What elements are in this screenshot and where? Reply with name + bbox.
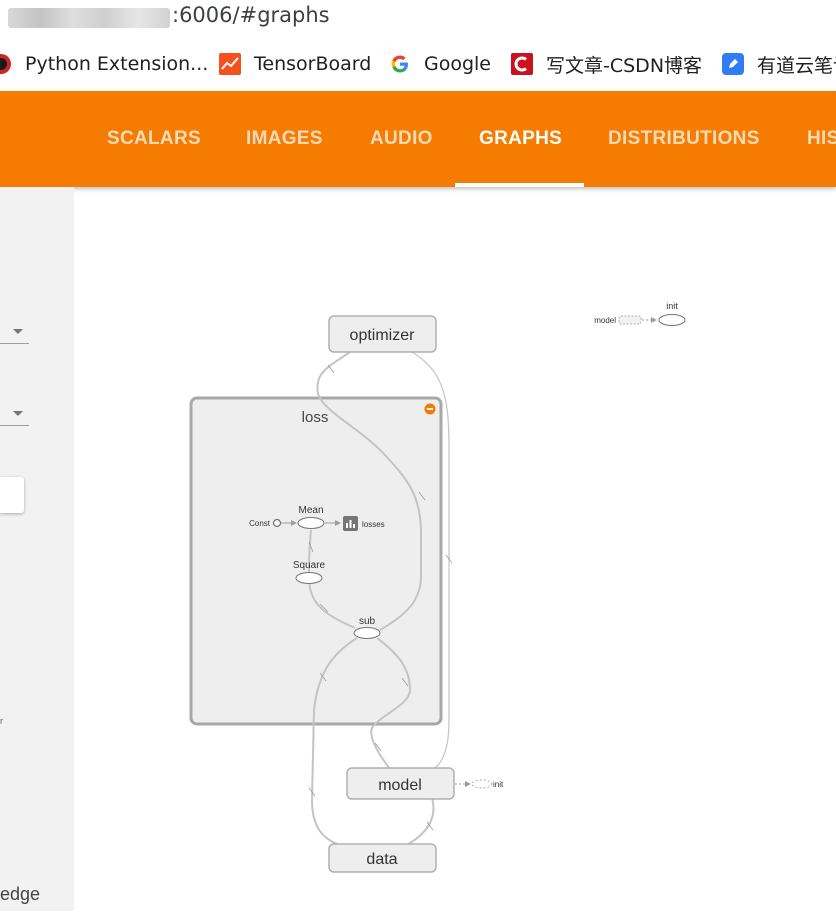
tensorboard-icon <box>219 53 241 75</box>
loss-group-label: loss <box>302 409 329 426</box>
summary-icon <box>346 523 348 528</box>
sidebar-legend-edge: edge <box>0 884 41 904</box>
bookmark-label: 有道云笔记 <box>757 54 836 77</box>
csdn-icon <box>511 53 533 75</box>
sidebar <box>0 187 74 911</box>
optimizer-node-label: optimizer <box>350 327 416 344</box>
bookmark-label: 写文章-CSDN博客 <box>546 54 703 77</box>
tab-images[interactable]: IMAGES <box>246 91 323 187</box>
address-bar[interactable]: :6006/#graphs <box>0 0 836 35</box>
const-node[interactable]: Const <box>249 518 282 528</box>
sub-node-label: sub <box>359 616 376 627</box>
graph-canvas[interactable]: loss optimizer model data init Const Mea… <box>74 187 836 911</box>
run-dropdown-arrow[interactable] <box>13 329 23 334</box>
sidebar-fragment-text: r <box>0 716 3 726</box>
collapse-icon[interactable] <box>424 403 436 415</box>
model-node-label: model <box>378 777 422 794</box>
tab-graphs[interactable]: GRAPHS <box>479 91 562 187</box>
bookmarks-bar: Python Extension... TensorBoard Google 写… <box>0 37 836 91</box>
youdao-note-icon <box>722 53 744 75</box>
bookmark-python-extension[interactable]: Python Extension... <box>0 47 208 81</box>
tensorboard-header: SCALARS IMAGES AUDIO GRAPHS DISTRIBUTION… <box>0 91 836 187</box>
square-node-label: Square <box>293 560 326 571</box>
aux-model-node[interactable]: model <box>594 315 642 325</box>
tab-audio[interactable]: AUDIO <box>370 91 433 187</box>
const-node-label: Const <box>249 519 271 528</box>
model-node[interactable]: model <box>346 767 455 800</box>
python-extension-icon <box>0 53 12 75</box>
google-icon <box>389 53 411 75</box>
url-text[interactable]: :6006/#graphs <box>172 3 330 27</box>
losses-node-label: losses <box>362 520 385 529</box>
optimizer-node[interactable]: optimizer <box>328 315 437 353</box>
aux-init-node-label: init <box>666 301 678 311</box>
aux-init-node[interactable]: init <box>658 301 686 326</box>
tag-dropdown-underline <box>0 425 29 426</box>
init-node-model-label: init <box>493 780 504 789</box>
upload-button[interactable] <box>0 477 24 513</box>
tab-histograms[interactable]: HISTOGRAMS <box>807 91 836 187</box>
tag-dropdown-arrow[interactable] <box>13 411 23 416</box>
url-host-blurred <box>8 8 170 28</box>
data-node-label: data <box>366 851 397 868</box>
aux-model-node-label: model <box>594 316 616 325</box>
mean-node-label: Mean <box>298 505 323 516</box>
bookmark-label: Google <box>424 53 492 75</box>
bookmark-csdn[interactable]: 写文章-CSDN博客 <box>511 47 702 81</box>
run-dropdown-underline <box>0 343 29 344</box>
bookmark-youdao-note[interactable]: 有道云笔记 <box>722 47 836 81</box>
edge-model-data <box>404 797 435 847</box>
bookmark-label: TensorBoard <box>254 53 372 75</box>
init-node-model[interactable]: init <box>471 779 504 789</box>
tab-distributions[interactable]: DISTRIBUTIONS <box>608 91 760 187</box>
bookmark-tensorboard[interactable]: TensorBoard <box>219 47 371 81</box>
tab-scalars[interactable]: SCALARS <box>107 91 201 187</box>
data-node[interactable]: data <box>328 843 437 873</box>
bookmark-label: Python Extension... <box>25 53 209 75</box>
bookmark-google[interactable]: Google <box>389 47 491 81</box>
